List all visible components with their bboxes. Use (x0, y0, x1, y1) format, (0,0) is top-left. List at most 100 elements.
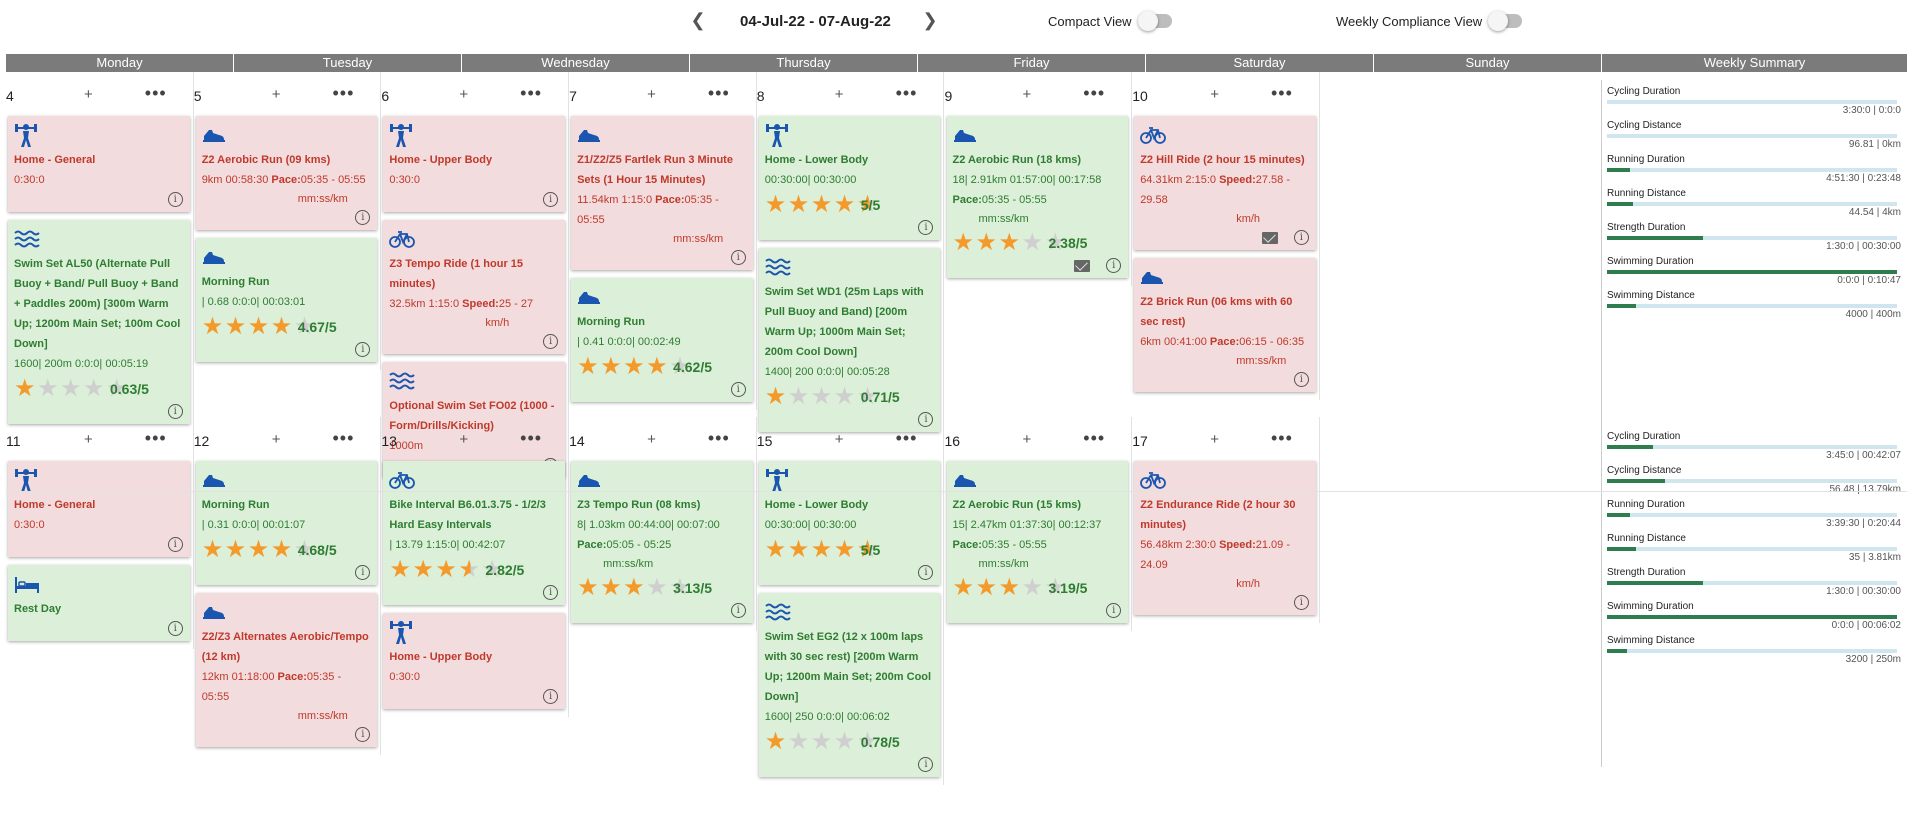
more-options-icon[interactable]: ••• (708, 428, 730, 449)
info-icon[interactable]: i (167, 192, 183, 207)
add-workout-icon[interactable]: + (84, 86, 93, 103)
info-icon[interactable]: i (355, 565, 371, 580)
add-workout-icon[interactable]: + (272, 86, 281, 103)
workout-title[interactable]: Home - Upper Body (389, 647, 559, 667)
more-options-icon[interactable]: ••• (145, 428, 167, 449)
info-icon[interactable]: i (918, 565, 934, 580)
more-options-icon[interactable]: ••• (1271, 428, 1293, 449)
mail-icon[interactable] (1261, 232, 1278, 244)
workout-title[interactable]: Home - General (14, 150, 184, 170)
info-icon[interactable]: i (543, 585, 559, 600)
info-icon[interactable]: i (355, 342, 371, 357)
info-icon[interactable]: i (167, 621, 183, 636)
workout-card[interactable]: Home - General 0:30:0 i (8, 461, 190, 557)
workout-card[interactable]: Z2 Aerobic Run (09 kms) 9km 00:58:30 Pace… (195, 116, 378, 230)
workout-card[interactable]: Z2 Hill Ride (2 hour 15 minutes) 64.31km … (1134, 116, 1316, 250)
info-icon[interactable]: i (1293, 595, 1309, 610)
add-workout-icon[interactable]: + (1210, 431, 1219, 448)
add-workout-icon[interactable]: + (272, 431, 281, 448)
info-icon[interactable]: i (1293, 372, 1309, 387)
workout-title[interactable]: Swim Set WD1 (25m Laps with Pull Buoy an… (765, 282, 935, 362)
info-icon[interactable]: i (355, 727, 371, 742)
workout-card[interactable]: Rest Day i (8, 565, 190, 641)
info-icon[interactable]: i (167, 537, 183, 552)
workout-card[interactable]: Z2 Brick Run (06 kms with 60 sec rest) 6k… (1134, 258, 1316, 392)
info-icon[interactable]: i (730, 250, 746, 265)
add-workout-icon[interactable]: + (459, 86, 468, 103)
mail-icon[interactable] (1074, 260, 1091, 272)
workout-card[interactable]: Home - Lower Body 00:30:00| 00:30:00 ★ ★ ★ ★ ★… (758, 116, 941, 240)
workout-title[interactable]: Z2/Z3 Alternates Aerobic/Tempo (12 km) (202, 627, 372, 667)
info-icon[interactable]: i (730, 382, 746, 397)
more-options-icon[interactable]: ••• (708, 83, 730, 104)
prev-range-icon[interactable]: ❮ (688, 10, 708, 30)
workout-card[interactable]: Z1/Z2/Z5 Fartlek Run 3 Minute Sets (1 Ho… (571, 116, 753, 270)
workout-title[interactable]: Swim Set EG2 (12 x 100m laps with 30 sec… (765, 627, 935, 707)
info-icon[interactable]: i (543, 192, 559, 207)
workout-card[interactable]: Z3 Tempo Ride (1 hour 15 minutes) 32.5km … (383, 220, 566, 354)
add-workout-icon[interactable]: + (1210, 86, 1219, 103)
add-workout-icon[interactable]: + (459, 431, 468, 448)
more-options-icon[interactable]: ••• (896, 83, 918, 104)
more-options-icon[interactable]: ••• (520, 428, 542, 449)
add-workout-icon[interactable]: + (84, 431, 93, 448)
workout-card[interactable]: Swim Set WD1 (25m Laps with Pull Buoy an… (758, 248, 941, 432)
info-icon[interactable]: i (355, 210, 371, 225)
add-workout-icon[interactable]: + (647, 86, 656, 103)
workout-card[interactable]: Home - Upper Body 0:30:0 i (383, 613, 566, 709)
workout-title[interactable]: Morning Run (202, 272, 372, 292)
workout-title[interactable]: Z2 Endurance Ride (2 hour 30 minutes) (1140, 495, 1310, 535)
more-options-icon[interactable]: ••• (1083, 428, 1105, 449)
more-options-icon[interactable]: ••• (332, 83, 354, 104)
add-workout-icon[interactable]: + (1023, 86, 1032, 103)
info-icon[interactable]: i (1293, 230, 1309, 245)
workout-title[interactable]: Swim Set AL50 (Alternate Pull Buoy + Ban… (14, 254, 184, 354)
next-range-icon[interactable]: ❯ (920, 10, 940, 30)
workout-card[interactable]: Z3 Tempo Run (08 kms) 8| 1.03km 00:44:00|… (571, 461, 753, 623)
more-options-icon[interactable]: ••• (145, 83, 167, 104)
workout-card[interactable]: Swim Set AL50 (Alternate Pull Buoy + Ban… (8, 220, 190, 424)
workout-card[interactable]: Z2 Endurance Ride (2 hour 30 minutes) 56.… (1134, 461, 1316, 615)
more-options-icon[interactable]: ••• (520, 83, 542, 104)
workout-title[interactable]: Home - Lower Body (765, 150, 935, 170)
workout-title[interactable]: Home - Upper Body (389, 150, 559, 170)
workout-title[interactable]: Z2 Aerobic Run (15 kms) (953, 495, 1123, 515)
workout-title[interactable]: Z2 Aerobic Run (18 kms) (953, 150, 1123, 170)
workout-title[interactable]: Bike Interval B6.01.3.75 - 1/2/3 Hard Ea… (389, 495, 559, 535)
workout-card[interactable]: Z2 Aerobic Run (18 kms) 18| 2.91km 01:57:… (946, 116, 1129, 278)
info-icon[interactable]: i (543, 689, 559, 704)
more-options-icon[interactable]: ••• (1271, 83, 1293, 104)
compact-view-toggle[interactable] (1138, 11, 1172, 31)
workout-title[interactable]: Home - Lower Body (765, 495, 935, 515)
info-icon[interactable]: i (918, 757, 934, 772)
info-icon[interactable]: i (543, 334, 559, 349)
workout-card[interactable]: Morning Run | 0.41 0:0:0| 00:02:49 ★ ★ ★ ★ ★ 4.… (571, 278, 753, 402)
weekly-compliance-toggle[interactable] (1488, 11, 1522, 31)
more-options-icon[interactable]: ••• (332, 428, 354, 449)
workout-title[interactable]: Rest Day (14, 599, 184, 619)
workout-card[interactable]: Z2 Aerobic Run (15 kms) 15| 2.47km 01:37:… (946, 461, 1129, 623)
more-options-icon[interactable]: ••• (1083, 83, 1105, 104)
info-icon[interactable]: i (730, 603, 746, 618)
workout-title[interactable]: Z2 Brick Run (06 kms with 60 sec rest) (1140, 292, 1310, 332)
workout-card[interactable]: Swim Set EG2 (12 x 100m laps with 30 sec… (758, 593, 941, 777)
workout-title[interactable]: Z3 Tempo Run (08 kms) (577, 495, 747, 515)
add-workout-icon[interactable]: + (647, 431, 656, 448)
workout-card[interactable]: Home - Upper Body 0:30:0 i (383, 116, 566, 212)
info-icon[interactable]: i (1106, 603, 1122, 618)
workout-title[interactable]: Morning Run (577, 312, 747, 332)
info-icon[interactable]: i (1106, 258, 1122, 273)
workout-card[interactable]: Home - Lower Body 00:30:00| 00:30:00 ★ ★ ★ ★ ★… (758, 461, 941, 585)
info-icon[interactable]: i (918, 220, 934, 235)
add-workout-icon[interactable]: + (835, 86, 844, 103)
workout-card[interactable]: Home - General 0:30:0 i (8, 116, 190, 212)
more-options-icon[interactable]: ••• (896, 428, 918, 449)
workout-card[interactable]: Bike Interval B6.01.3.75 - 1/2/3 Hard Ea… (383, 461, 566, 605)
workout-card[interactable]: Z2/Z3 Alternates Aerobic/Tempo (12 km) 12… (195, 593, 378, 747)
workout-title[interactable]: Z2 Hill Ride (2 hour 15 minutes) (1140, 150, 1310, 170)
add-workout-icon[interactable]: + (1023, 431, 1032, 448)
workout-card[interactable]: Morning Run | 0.68 0:0:0| 00:03:01 ★ ★ ★ ★ ★ 4.… (195, 238, 378, 362)
add-workout-icon[interactable]: + (835, 431, 844, 448)
workout-title[interactable]: Z1/Z2/Z5 Fartlek Run 3 Minute Sets (1 Ho… (577, 150, 747, 190)
workout-title[interactable]: Home - General (14, 495, 184, 515)
